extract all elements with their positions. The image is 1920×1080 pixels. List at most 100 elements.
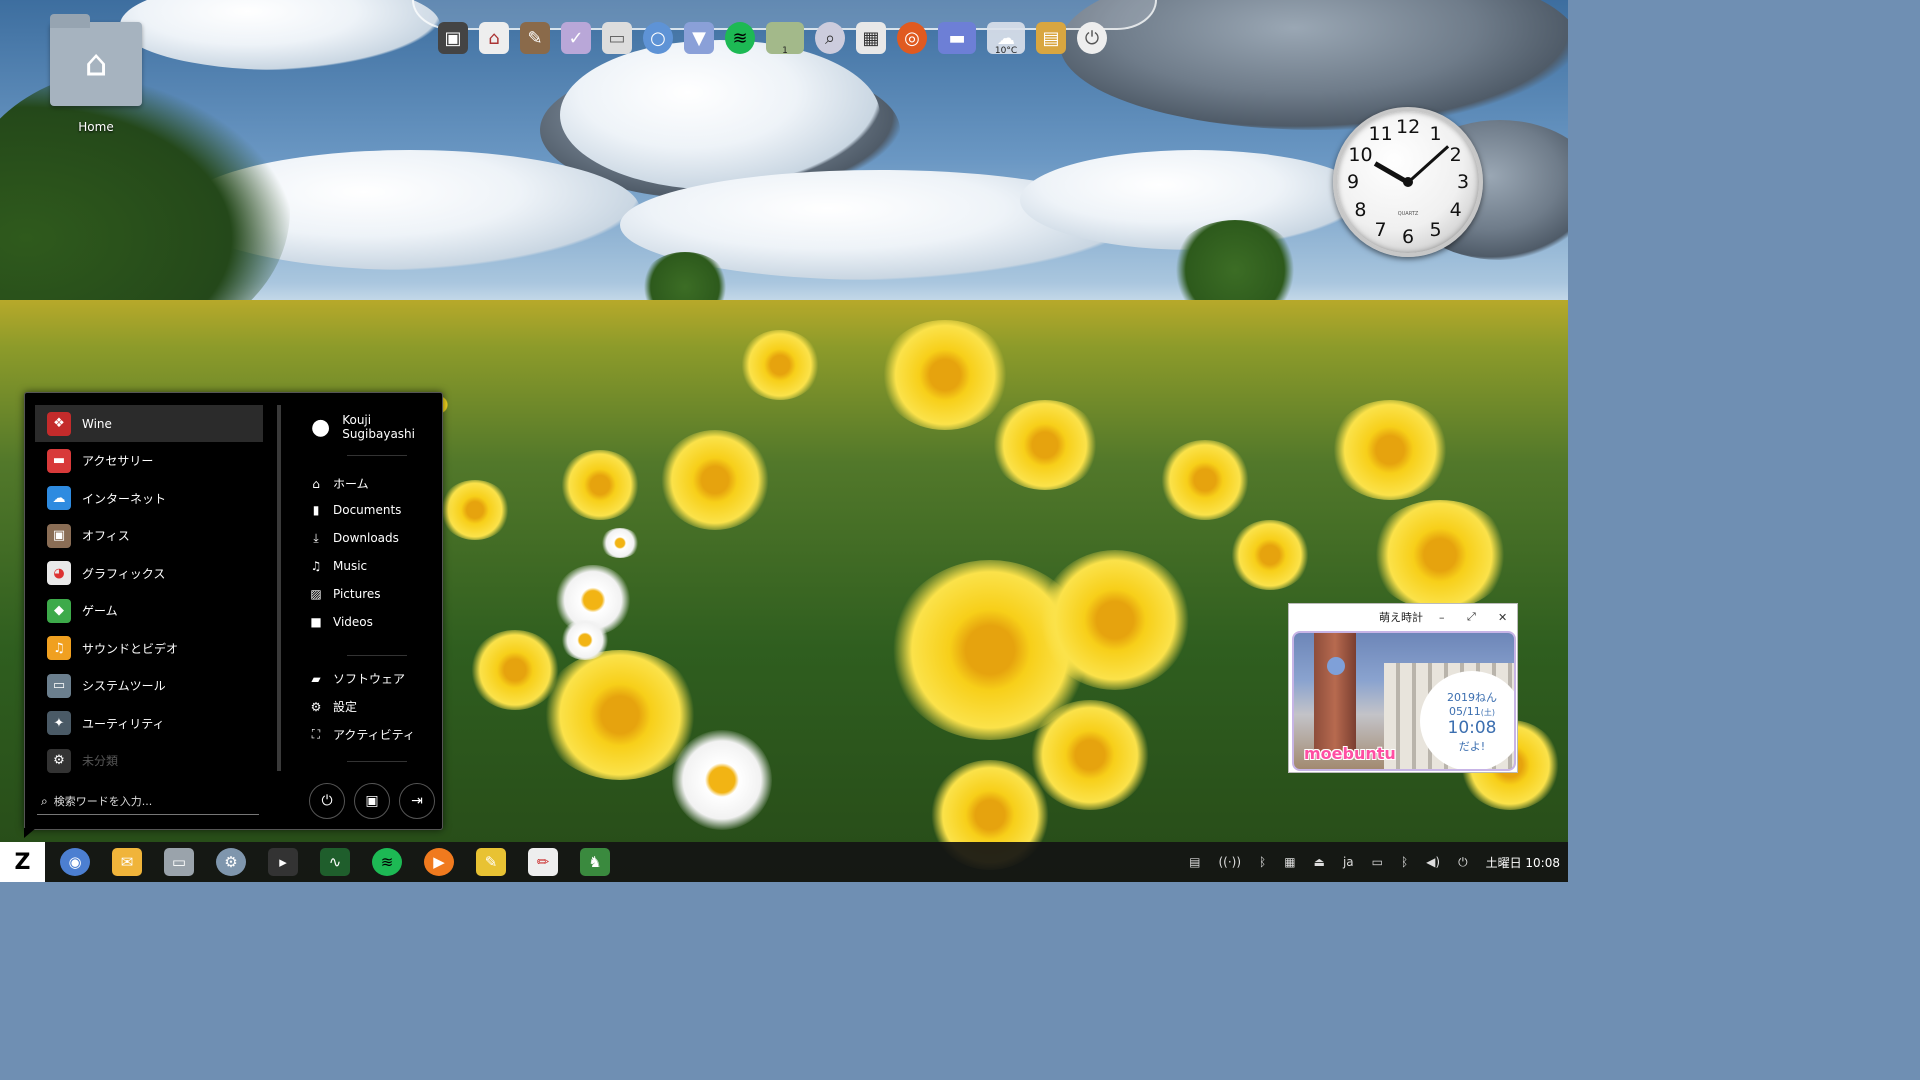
clock-numeral: 9 [1346, 171, 1360, 193]
menu-place-item[interactable]: ■ Videos [309, 615, 373, 629]
user-entry[interactable]: ● Kouji Sugibayashi [311, 413, 443, 441]
keyboard-icon[interactable]: ▦ [1284, 855, 1295, 869]
power-off-button[interactable]: ⏻ [309, 783, 345, 819]
clock-numeral: 6 [1401, 226, 1415, 248]
user-name: Kouji Sugibayashi [342, 413, 415, 441]
files-icon[interactable]: ▭ [164, 848, 194, 876]
desktop-home-folder[interactable]: ⌂ Home [46, 14, 146, 134]
menu-category-item[interactable]: ▣ オフィス [35, 517, 263, 555]
wifi-icon[interactable]: ((·)) [1219, 855, 1242, 869]
menu-place-label: ホーム [333, 477, 369, 491]
menu-place-item[interactable]: ⛶ アクティビティ [309, 726, 415, 743]
taskbar-clock[interactable]: 土曜日 10:08 [1486, 854, 1560, 871]
lock-button[interactable]: ▣ [354, 783, 390, 819]
text-editor-icon[interactable]: ✏ [528, 848, 558, 876]
lock-icon: ▣ [365, 793, 379, 809]
graphics-palette-icon: ◕ [47, 561, 71, 586]
logout-icon: ⇥ [411, 793, 423, 809]
menu-category-item[interactable]: ▭ システムツール [35, 667, 263, 705]
moe-clock-titlebar[interactable]: 萌え時計 – ⤢ ✕ [1289, 604, 1517, 630]
close-button[interactable]: ✕ [1498, 611, 1507, 624]
menu-category-item[interactable]: ☁ インターネット [35, 480, 263, 518]
panel-icon[interactable]: ▬ [938, 22, 976, 54]
eject-icon[interactable]: ⏏ [1314, 855, 1325, 869]
menu-category-label: 未分類 [82, 754, 119, 769]
power-icon[interactable]: ⏻ [1077, 22, 1107, 54]
dock-icons: ▣ ⌂ ✎ ✓ ▭ ○ ▼ ≋ 1 ⌕ ▦ ◎ ▬ ☁ 10°C ▤ ⏻ [438, 22, 1107, 56]
menu-category-item[interactable]: ❖ Wine [35, 405, 263, 442]
spotify-icon[interactable]: ≋ [725, 22, 755, 54]
start-menu-button[interactable]: Z [0, 842, 45, 882]
weather-icon[interactable]: ☁ 10°C [987, 22, 1025, 56]
moe-time: 10:08 [1447, 718, 1497, 738]
tasks-icon[interactable]: ✓ [561, 22, 591, 54]
bluetooth-icon[interactable]: ᛒ [1259, 855, 1266, 869]
volume-icon[interactable]: ◀) [1426, 855, 1440, 869]
taskbar: Z ◉ ✉ ▭ ⚙ ▸ ∿ ≋ ▶ ✎ ✏ ♞ ▤ ((·)) ᛒ ▦ ⏏ ja… [0, 842, 1568, 882]
menu-category-item[interactable]: ⚙ 未分類 [35, 742, 263, 780]
menu-category-item[interactable]: ◆ ゲーム [35, 592, 263, 630]
magnifier-icon[interactable]: ⌕ [815, 22, 845, 54]
archive-icon[interactable]: ▤ [1036, 22, 1066, 54]
menu-category-item[interactable]: ◕ グラフィックス [35, 555, 263, 593]
house-icon: ⌂ [84, 43, 108, 85]
menu-category-item[interactable]: ✦ ユーティリティ [35, 705, 263, 743]
menu-category-item[interactable]: ♫ サウンドとビデオ [35, 630, 263, 668]
menu-place-item[interactable]: ▮ Documents [309, 503, 402, 517]
logout-button[interactable]: ⇥ [399, 783, 435, 819]
menu-place-item[interactable]: ⚙ 設定 [309, 698, 357, 715]
internet-cloud-icon: ☁ [47, 486, 71, 511]
clock-numeral: 12 [1396, 116, 1421, 138]
office-briefcase-icon: ▣ [47, 523, 71, 548]
download-icon: ⤓ [313, 530, 319, 545]
power-status-icon[interactable]: ⏻ [1458, 855, 1468, 870]
menu-place-item[interactable]: ⤓ Downloads [309, 531, 399, 546]
sound-video-icon: ♫ [47, 636, 71, 661]
menu-category-label: ユーティリティ [82, 716, 165, 731]
menu-category-item[interactable]: ▬ アクセサリー [35, 442, 263, 480]
menu-place-item[interactable]: ▨ Pictures [309, 587, 380, 601]
home-icon: ⌂ [312, 476, 320, 491]
system-monitor-icon[interactable]: ∿ [320, 848, 350, 876]
system-tray: ▤ ((·)) ᛒ ▦ ⏏ ja ▭ ᛒ ◀) ⏻ 土曜日 10:08 [1189, 842, 1560, 882]
zorin-logo-icon: Z [14, 849, 31, 875]
calendar-icon[interactable]: ▦ [856, 22, 886, 54]
maximize-button[interactable]: ⤢ [1467, 610, 1476, 624]
app-menu: ❖ Wine ▬ アクセサリー ☁ インターネット ▣ オフィス ◕ グラフィックス ◆ ゲーム ♫ サウ… [24, 392, 443, 838]
shield-icon[interactable]: ▼ [684, 22, 714, 54]
notes-icon[interactable]: ✎ [476, 848, 506, 876]
workspace-icon[interactable]: 1 [766, 22, 804, 56]
search-input[interactable] [53, 795, 234, 808]
ime-indicator[interactable]: ja [1343, 855, 1354, 869]
moe-clock-image: moebuntu 2019ねん 05/11(土) 10:08 だよ! [1292, 631, 1516, 771]
menu-place-item[interactable]: ⌂ ホーム [309, 475, 369, 492]
tower-illustration [1314, 633, 1356, 753]
ubuntu-icon[interactable]: ◎ [897, 22, 927, 54]
media-player-icon[interactable]: ▶ [424, 848, 454, 876]
game-icon[interactable]: ♞ [580, 848, 610, 876]
minimize-button[interactable]: – [1439, 611, 1445, 624]
home-icon[interactable]: ⌂ [479, 22, 509, 54]
bluetooth-status-icon[interactable]: ᛒ [1401, 855, 1408, 869]
terminal-icon[interactable]: ▸ [268, 848, 298, 876]
hdd-icon[interactable]: ▭ [602, 22, 632, 54]
taskbar-apps: ◉ ✉ ▭ ⚙ ▸ ∿ ≋ ▶ ✎ ✏ ♞ [60, 848, 610, 876]
mail-icon[interactable]: ✉ [112, 848, 142, 876]
divider [347, 761, 407, 762]
search-icon[interactable]: ○ [643, 22, 673, 54]
menu-place-item[interactable]: ♫ Music [309, 559, 368, 573]
chromium-icon[interactable]: ◉ [60, 848, 90, 876]
clock-numeral: 5 [1429, 218, 1442, 241]
menu-category-label: Wine [82, 416, 112, 431]
category-scrollbar[interactable] [277, 405, 281, 771]
divider [347, 455, 407, 456]
gimp-icon[interactable]: ✎ [520, 22, 550, 54]
spotify-icon[interactable]: ≋ [372, 848, 402, 876]
screenshot-icon[interactable]: ▣ [438, 22, 468, 54]
menu-place-label: アクティビティ [333, 728, 415, 742]
display-icon[interactable]: ▭ [1372, 855, 1383, 869]
settings-icon[interactable]: ⚙ [216, 848, 246, 876]
network-icon[interactable]: ▤ [1189, 855, 1200, 869]
desktop-home-label: Home [78, 120, 114, 134]
menu-place-item[interactable]: ▰ ソフトウェア [309, 670, 405, 687]
